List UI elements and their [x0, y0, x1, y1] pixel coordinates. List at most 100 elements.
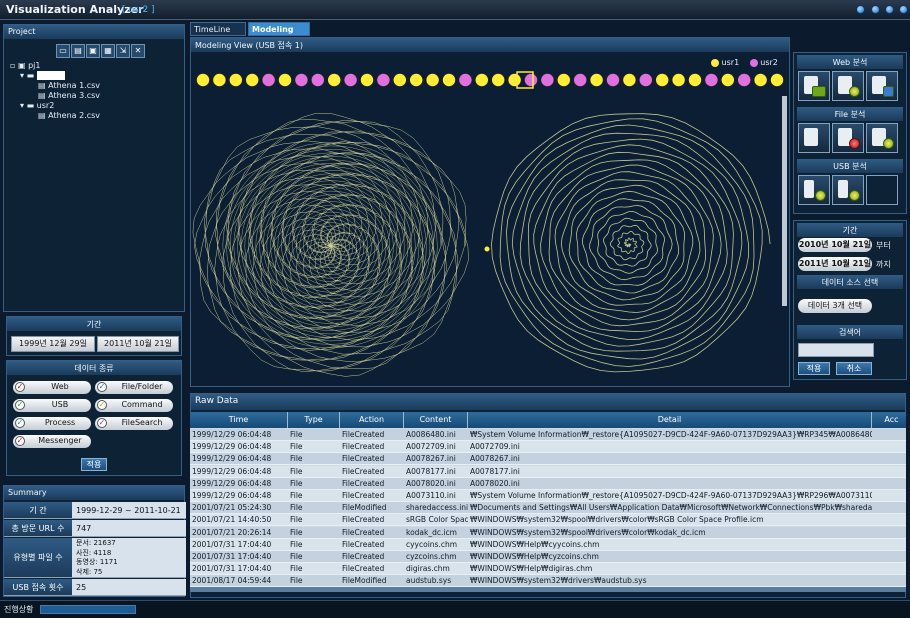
timeline-dot[interactable]	[294, 73, 309, 87]
period-to-date[interactable]: 2011년 10월 21일	[97, 336, 179, 352]
timeline-dot[interactable]	[524, 73, 538, 87]
timeline-dot[interactable]	[655, 73, 670, 87]
timeline-dot[interactable]	[311, 73, 325, 87]
timeline-dot[interactable]	[278, 73, 292, 87]
timeline-dot[interactable]	[458, 73, 473, 87]
timeline-dot[interactable]	[507, 73, 522, 87]
type-messenger[interactable]: ✓ Messenger	[13, 435, 91, 448]
type-command[interactable]: ✓ Command	[95, 399, 173, 412]
file-delete-button[interactable]	[832, 123, 864, 153]
timeline-dot[interactable]	[491, 73, 506, 87]
table-row[interactable]: 1999/12/29 06:04:48 File FileCreated A00781…	[190, 465, 906, 478]
close-icon[interactable]	[899, 5, 908, 14]
import-icon[interactable]: ▦	[101, 44, 115, 58]
timeline-dot[interactable]	[573, 73, 588, 87]
type-file-folder[interactable]: ✓ File/Folder	[95, 381, 173, 394]
timeline-dot[interactable]	[688, 73, 702, 87]
tree-item[interactable]: ▾ ▬ usr2	[10, 101, 100, 111]
type-filesearch[interactable]: ✓ FileSearch	[95, 417, 173, 430]
timeline-dot[interactable]	[393, 73, 407, 87]
col-content[interactable]: Content	[404, 412, 468, 428]
save-icon[interactable]: ▣	[86, 44, 100, 58]
timeline-dot[interactable]	[622, 73, 637, 87]
search-input[interactable]	[798, 343, 874, 357]
timeline-dot[interactable]	[343, 73, 358, 87]
col-detail[interactable]: Detail	[468, 412, 872, 428]
timeline-dot[interactable]	[720, 73, 735, 87]
timeline-dot[interactable]	[770, 73, 784, 87]
timeline-dot[interactable]	[409, 73, 423, 87]
file-doc-button[interactable]	[798, 123, 830, 153]
col-action[interactable]: Action	[340, 412, 404, 428]
table-row[interactable]: 1999/12/29 06:04:48 File FileCreated A00864…	[190, 429, 906, 441]
col-type[interactable]: Type	[288, 412, 340, 428]
timeline-dot[interactable]	[753, 73, 768, 87]
delete-icon[interactable]: ✕	[131, 44, 145, 58]
export-icon[interactable]: ⇲	[116, 44, 130, 58]
timeline-dot[interactable]	[474, 73, 489, 87]
type-process[interactable]: ✓ Process	[13, 417, 91, 430]
tree-item[interactable]: ▤ Athena 1.csv	[10, 81, 100, 91]
table-row[interactable]: 1999/12/29 06:04:48 File FileCreated A00727…	[190, 441, 906, 454]
timeline-dot[interactable]	[228, 73, 243, 87]
file-time-button[interactable]	[866, 123, 898, 153]
web-site-button[interactable]	[798, 71, 830, 101]
timeline-dot[interactable]	[540, 73, 555, 87]
usb-detail-button[interactable]	[832, 175, 864, 205]
table-row[interactable]: 1999/12/29 06:04:48 File FileCreated A00731…	[190, 490, 906, 502]
timeline-dot[interactable]	[261, 73, 276, 87]
timeline-dot[interactable]	[212, 73, 227, 87]
timeline-dot[interactable]	[638, 73, 653, 87]
tree-item[interactable]: ▤ Athena 2.csv	[10, 111, 100, 121]
table-row[interactable]: 2001/08/17 04:59:44 File FileModified audst…	[190, 575, 906, 588]
usb-time-button[interactable]	[798, 175, 830, 205]
new-project-icon[interactable]: ▤	[71, 44, 85, 58]
tree-item[interactable]: ▫ ▣ pj1	[10, 61, 100, 71]
type-usb[interactable]: ✓ USB	[13, 399, 91, 412]
tab-modeling-view[interactable]: Modeling View	[248, 22, 310, 47]
period-from-date[interactable]: 1999년 12월 29일	[11, 336, 95, 352]
table-row[interactable]: 2001/07/21 14:40:50 File FileCreated sRGB C…	[190, 514, 906, 527]
timeline-dot[interactable]	[425, 73, 440, 87]
timeline-dot[interactable]	[360, 73, 374, 87]
timeline-dot[interactable]	[671, 73, 686, 87]
tree-item[interactable]: ▤ Athena 3.csv	[10, 91, 100, 101]
timeline-dot[interactable]	[327, 73, 341, 87]
web-search-button[interactable]	[866, 71, 898, 101]
timeline-dot[interactable]	[196, 73, 210, 87]
table-row[interactable]: 2001/07/31 17:04:40 File FileCreated cyycoi…	[190, 538, 906, 551]
timeline-dot[interactable]	[556, 73, 571, 87]
web-time-button[interactable]	[832, 71, 864, 101]
tree-item[interactable]: ▾ ▬	[10, 71, 100, 81]
help-icon[interactable]	[856, 5, 865, 14]
search-cancel-button[interactable]: 취소	[836, 362, 872, 375]
table-row[interactable]: 1999/12/29 06:04:48 File FileCreated A00780…	[190, 477, 906, 490]
modeling-visualization[interactable]	[191, 54, 789, 384]
table-scrollbar[interactable]	[190, 587, 906, 592]
open-folder-icon[interactable]: ▭	[56, 44, 70, 58]
col-acc[interactable]: Acc	[872, 412, 906, 428]
timeline-dot[interactable]	[606, 73, 620, 87]
timeline-dot[interactable]	[589, 73, 604, 87]
timeline-dot[interactable]	[245, 73, 260, 87]
timeline-dot[interactable]	[442, 73, 456, 87]
tab-timeline-view[interactable]: TimeLine View	[190, 22, 246, 47]
table-row[interactable]: 2001/07/21 05:24:30 File FileModified share…	[190, 502, 906, 515]
data-source-button[interactable]: 데이터 3개 선택	[798, 299, 872, 313]
timeline-dot[interactable]	[704, 73, 719, 87]
tree-item-selected[interactable]	[36, 71, 65, 80]
filter-from-date[interactable]: 2010년 10월 21일	[798, 238, 872, 252]
modeling-scrollbar[interactable]	[782, 96, 787, 306]
maximize-icon[interactable]	[885, 5, 894, 14]
timeline-dot[interactable]	[376, 73, 391, 87]
minimize-icon[interactable]	[871, 5, 880, 14]
col-time[interactable]: Time	[190, 412, 288, 428]
data-types-apply-button[interactable]: 적용	[81, 458, 107, 471]
table-row[interactable]: 2001/07/31 17:04:40 File FileCreated digira…	[190, 563, 906, 576]
table-row[interactable]: 1999/12/29 06:04:48 File FileCreated A00782…	[190, 453, 906, 466]
timeline-dot[interactable]	[737, 73, 752, 87]
search-apply-button[interactable]: 적용	[798, 362, 830, 375]
table-row[interactable]: 2001/07/21 20:26:14 File FileCreated kodak_…	[190, 526, 906, 539]
table-row[interactable]: 2001/07/31 17:04:40 File FileCreated cyzcoi…	[190, 551, 906, 563]
type-web[interactable]: ✓ Web	[13, 381, 91, 394]
